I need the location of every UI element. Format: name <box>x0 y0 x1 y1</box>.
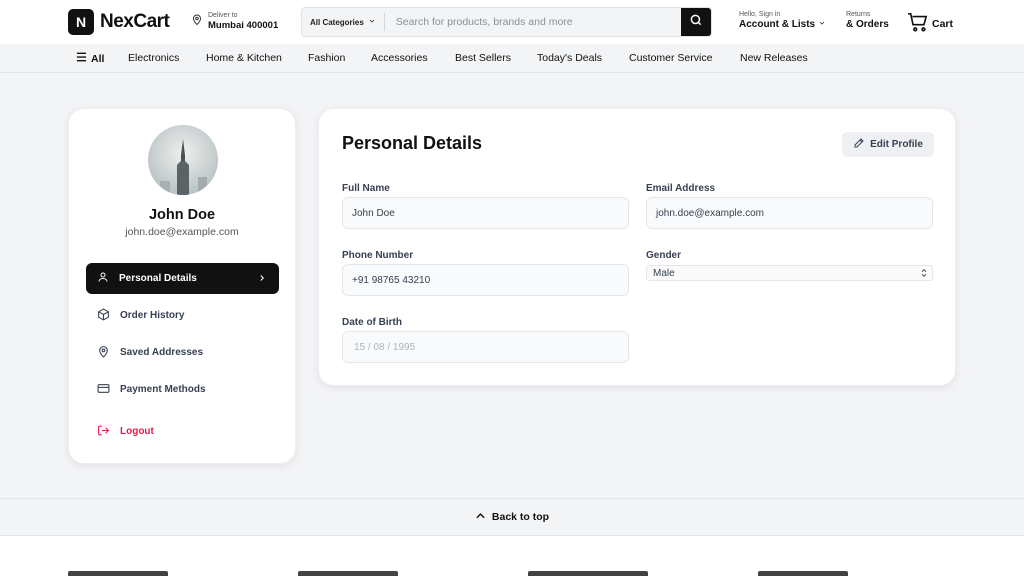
credit-card-icon <box>97 382 110 398</box>
back-to-top-button[interactable]: Back to top <box>0 498 1024 536</box>
back-to-top-label: Back to top <box>491 511 550 523</box>
deliver-small-label: Deliver to <box>208 12 238 19</box>
footer-heading <box>528 571 648 576</box>
edit-profile-button[interactable]: Edit Profile <box>842 132 934 157</box>
nav-item-accessories[interactable]: Accessories <box>371 52 428 64</box>
logout-button[interactable]: Logout <box>86 416 279 447</box>
avatar[interactable] <box>148 125 218 195</box>
edit-profile-label: Edit Profile <box>870 139 923 150</box>
phone-field[interactable]: +91 98765 43210 <box>342 264 629 296</box>
page-title: Personal Details <box>342 133 483 153</box>
footer-heading <box>758 571 848 576</box>
cart-button[interactable]: Cart <box>907 12 953 35</box>
menu-icon <box>76 52 87 65</box>
full-name-label: Full Name <box>342 183 390 194</box>
gender-value: Male <box>653 267 675 279</box>
brand-logo[interactable]: NexCart <box>100 11 170 33</box>
account-lists-label: Account & Lists <box>739 19 826 31</box>
profile-name: John Doe <box>148 207 216 223</box>
returns-label: Returns <box>846 11 871 18</box>
profile-sidebar-card: John Doe john.doe@example.com Personal D… <box>68 108 296 464</box>
sidebar-item-label: Payment Methods <box>120 384 206 395</box>
top-header: N NexCart Deliver to Mumbai 400001 All C… <box>0 0 1024 44</box>
sidebar-item-saved-addresses[interactable]: Saved Addresses <box>86 337 279 368</box>
box-icon <box>97 307 110 324</box>
email-label: Email Address <box>646 183 716 194</box>
footer <box>0 536 1024 576</box>
sidebar-item-personal-details[interactable]: Personal Details <box>86 263 279 294</box>
pencil-icon <box>853 137 865 152</box>
orders-label: & Orders <box>846 19 889 30</box>
chevron-down-icon <box>368 17 376 27</box>
logout-label: Logout <box>120 426 154 437</box>
select-arrows-icon <box>920 268 928 281</box>
search-button[interactable] <box>681 8 711 36</box>
full-name-field[interactable]: John Doe <box>342 197 629 229</box>
map-pin-icon <box>97 345 110 361</box>
nav-item-fashion[interactable]: Fashion <box>308 52 345 64</box>
search-icon <box>689 13 703 32</box>
sidebar-item-payment-methods[interactable]: Payment Methods <box>86 374 279 405</box>
returns-orders[interactable]: Returns & Orders <box>846 11 889 31</box>
email-field[interactable]: john.doe@example.com <box>646 197 933 229</box>
search-bar: All Categories Search for products, bran… <box>301 7 712 37</box>
cart-icon <box>907 12 929 35</box>
personal-details-card: Personal Details Edit Profile Full Name … <box>318 108 956 386</box>
nav-item-home-kitchen[interactable]: Home & Kitchen <box>206 52 282 64</box>
map-pin-icon <box>191 13 203 31</box>
search-category-select[interactable]: All Categories <box>302 13 385 31</box>
sidebar-item-order-history[interactable]: Order History <box>86 300 279 331</box>
user-icon <box>97 271 109 286</box>
account-greeting: Hello, Sign in <box>739 11 781 18</box>
nav-item-customer-service[interactable]: Customer Service <box>629 52 712 64</box>
logo-badge[interactable]: N <box>68 9 94 35</box>
search-category-label: All Categories <box>310 17 364 27</box>
sidebar-item-label: Saved Addresses <box>120 347 204 358</box>
account-menu[interactable]: Hello, Sign in Account & Lists <box>739 11 826 31</box>
sidebar-item-label: Personal Details <box>119 273 197 284</box>
footer-heading <box>68 571 168 576</box>
search-input[interactable]: Search for products, brands and more <box>385 16 681 28</box>
nav-item-electronics[interactable]: Electronics <box>128 52 179 64</box>
cart-label: Cart <box>932 17 954 30</box>
nav-item-best-sellers[interactable]: Best Sellers <box>455 52 511 64</box>
chevron-up-icon <box>475 511 486 523</box>
chevron-down-icon <box>818 19 826 30</box>
nav-item-new-releases[interactable]: New Releases <box>740 52 808 64</box>
nav-all-button[interactable]: All <box>76 52 104 65</box>
chevron-right-icon <box>257 272 267 287</box>
category-nav: All Electronics Home & Kitchen Fashion A… <box>0 44 1024 73</box>
deliver-to[interactable]: Deliver to Mumbai 400001 <box>191 12 278 31</box>
gender-label: Gender <box>646 250 682 261</box>
nav-item-todays-deals[interactable]: Today's Deals <box>537 52 602 64</box>
dob-label: Date of Birth <box>342 317 402 328</box>
profile-email: john.doe@example.com <box>125 226 239 238</box>
footer-heading <box>298 571 398 576</box>
gender-select[interactable]: Male <box>646 265 933 281</box>
logout-icon <box>97 424 110 440</box>
nav-all-label: All <box>91 52 105 65</box>
phone-label: Phone Number <box>342 250 414 261</box>
sidebar-item-label: Order History <box>120 310 185 321</box>
deliver-location: Mumbai 400001 <box>208 20 279 31</box>
dob-field[interactable]: 15 / 08 / 1995 <box>342 331 629 363</box>
